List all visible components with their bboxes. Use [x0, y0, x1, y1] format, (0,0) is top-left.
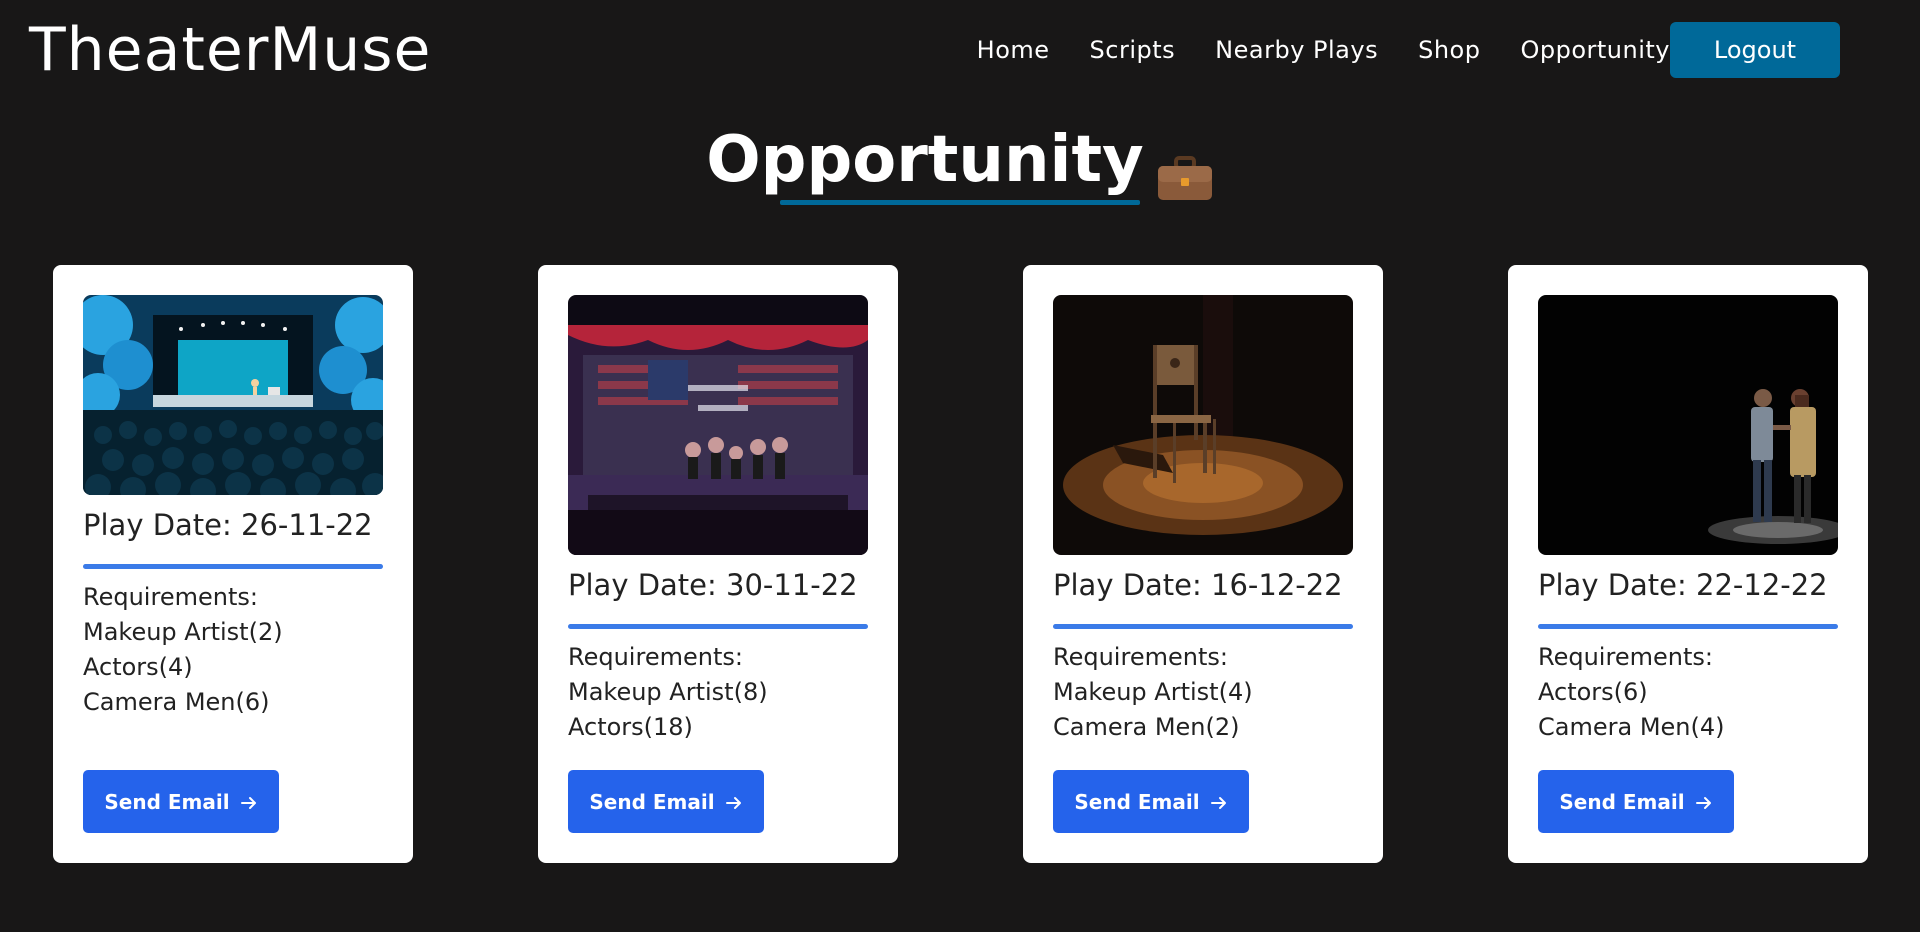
page-heading: Opportunity — [0, 120, 1920, 200]
requirements-label: Requirements: — [83, 583, 258, 611]
requirements-label: Requirements: — [1538, 643, 1713, 671]
card-image-theater-audience — [83, 295, 383, 495]
page-title: Opportunity — [706, 123, 1144, 197]
card-divider — [1538, 624, 1838, 629]
requirement-item: Camera Men(6) — [83, 688, 270, 716]
send-email-button[interactable]: Send Email — [1538, 770, 1734, 833]
opportunity-card: Play Date: 26-11-22 Requirements: Makeup… — [53, 265, 413, 863]
send-email-button[interactable]: Send Email — [83, 770, 279, 833]
send-email-label: Send Email — [1559, 789, 1685, 814]
requirement-item: Camera Men(4) — [1538, 713, 1725, 741]
page-title-container: Opportunity — [706, 120, 1214, 200]
card-divider — [83, 564, 383, 569]
nav-item-scripts[interactable]: Scripts — [1090, 36, 1176, 64]
arrow-right-icon — [1210, 793, 1228, 811]
briefcase-icon — [1156, 141, 1214, 200]
card-image-stage-performance — [568, 295, 868, 555]
opportunity-card: Play Date: 16-12-22 Requirements: Makeup… — [1023, 265, 1383, 863]
heading-underline — [780, 200, 1140, 205]
requirement-item: Actors(4) — [83, 653, 193, 681]
opportunity-card: Play Date: 30-11-22 Requirements: Makeup… — [538, 265, 898, 863]
card-image-spotlit-chair — [1053, 295, 1353, 555]
arrow-right-icon — [1695, 793, 1713, 811]
logout-button[interactable]: Logout — [1670, 22, 1840, 78]
play-date: Play Date: 26-11-22 — [83, 508, 373, 542]
card-divider — [568, 624, 868, 629]
requirement-item: Actors(6) — [1538, 678, 1648, 706]
requirements-label: Requirements: — [1053, 643, 1228, 671]
nav-item-shop[interactable]: Shop — [1418, 36, 1480, 64]
play-date: Play Date: 16-12-22 — [1053, 568, 1343, 602]
requirements-list: Requirements: Makeup Artist(2) Actors(4)… — [83, 580, 283, 720]
requirements-list: Requirements: Makeup Artist(4) Camera Me… — [1053, 640, 1253, 745]
navbar: TheaterMuse Home Scripts Nearby Plays Sh… — [0, 0, 1920, 100]
nav-item-opportunity[interactable]: Opportunity — [1520, 36, 1670, 64]
nav-item-nearby-plays[interactable]: Nearby Plays — [1215, 36, 1378, 64]
brand-logo[interactable]: TheaterMuse — [29, 10, 431, 90]
requirement-item: Makeup Artist(2) — [83, 618, 283, 646]
requirement-item: Actors(18) — [568, 713, 693, 741]
send-email-button[interactable]: Send Email — [568, 770, 764, 833]
requirements-label: Requirements: — [568, 643, 743, 671]
play-date: Play Date: 22-12-22 — [1538, 568, 1828, 602]
card-divider — [1053, 624, 1353, 629]
send-email-label: Send Email — [589, 789, 715, 814]
opportunity-card: Play Date: 22-12-22 Requirements: Actors… — [1508, 265, 1868, 863]
play-date: Play Date: 30-11-22 — [568, 568, 858, 602]
arrow-right-icon — [240, 793, 258, 811]
requirement-item: Camera Men(2) — [1053, 713, 1240, 741]
requirement-item: Makeup Artist(4) — [1053, 678, 1253, 706]
send-email-label: Send Email — [104, 789, 230, 814]
card-image-two-actors — [1538, 295, 1838, 555]
arrow-right-icon — [725, 793, 743, 811]
send-email-button[interactable]: Send Email — [1053, 770, 1249, 833]
requirement-item: Makeup Artist(8) — [568, 678, 768, 706]
requirements-list: Requirements: Actors(6) Camera Men(4) — [1538, 640, 1725, 745]
send-email-label: Send Email — [1074, 789, 1200, 814]
nav-item-home[interactable]: Home — [977, 36, 1050, 64]
nav-links: Home Scripts Nearby Plays Shop Opportuni… — [977, 22, 1670, 78]
requirements-list: Requirements: Makeup Artist(8) Actors(18… — [568, 640, 768, 745]
